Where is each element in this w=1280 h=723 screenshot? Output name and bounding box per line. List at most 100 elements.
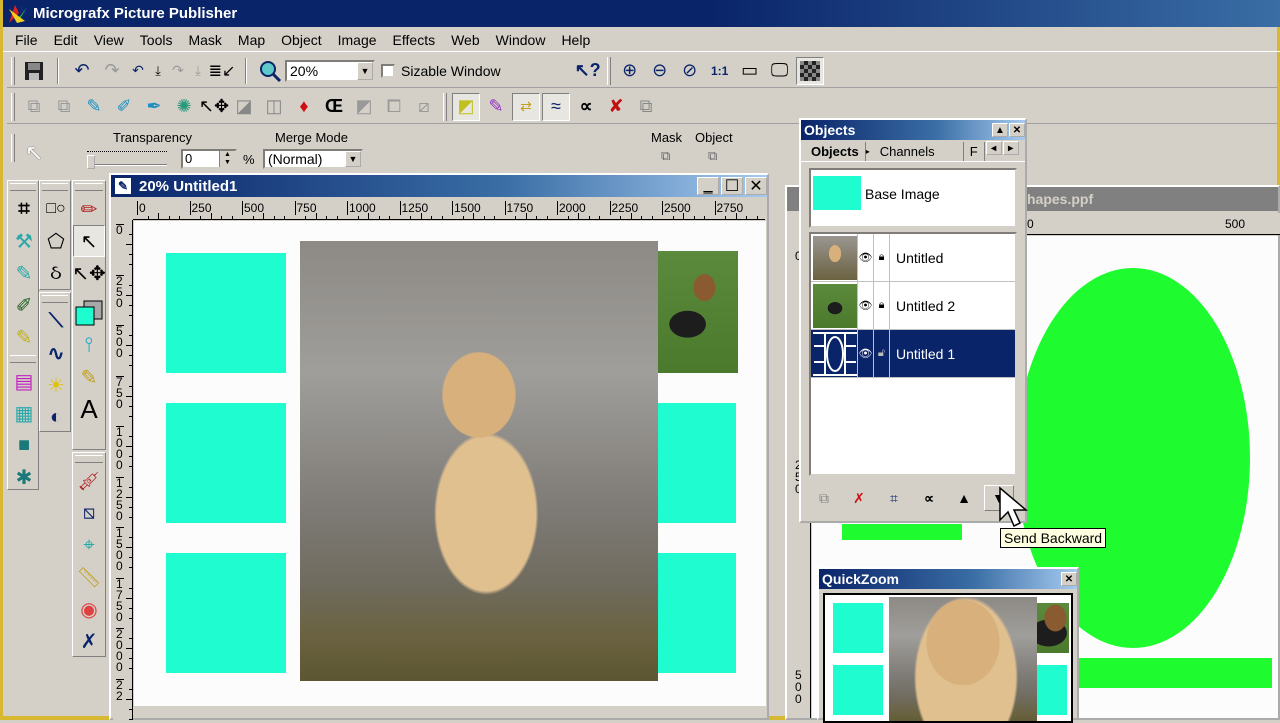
minimize-button[interactable]: ‗: [697, 177, 719, 195]
crop-object-button[interactable]: ⌗: [879, 485, 909, 511]
zoom-combo[interactable]: 20% ▼: [285, 59, 375, 82]
object-tool-16[interactable]: ✎: [482, 93, 510, 121]
texture-brush-tool[interactable]: ✎: [8, 321, 40, 353]
menu-effects[interactable]: Effects: [385, 32, 444, 48]
menu-mask[interactable]: Mask: [180, 32, 229, 48]
tab-channels[interactable]: Channels: [874, 142, 964, 161]
freehand-shape-tool[interactable]: ⬠: [40, 225, 72, 257]
select-all-objects-button[interactable]: ⧉: [809, 485, 839, 511]
document-title-bar[interactable]: ✎ 20% Untitled1 ‗ ☐ ✕: [111, 175, 767, 197]
paint-tool[interactable]: ✏: [73, 193, 105, 225]
visibility-eye-icon[interactable]: 👁︎: [857, 233, 873, 282]
object-tool-11[interactable]: Œ: [320, 93, 348, 121]
fill-tool[interactable]: ⚒: [8, 225, 40, 257]
darken-tool[interactable]: ◐: [40, 401, 72, 433]
color-wheel-tool[interactable]: ◉: [73, 593, 105, 625]
measure-tool[interactable]: 📏︎: [73, 561, 105, 593]
bring-forward-button[interactable]: ▲: [949, 485, 979, 511]
eyedropper-area-tool[interactable]: ⧅: [73, 497, 105, 529]
object-tool-20[interactable]: ✘: [602, 93, 630, 121]
cyan-rect-left-top[interactable]: [166, 253, 286, 373]
menu-object[interactable]: Object: [273, 32, 329, 48]
object-tool-5[interactable]: ✒: [140, 93, 168, 121]
stamp-tool[interactable]: ⫯: [73, 329, 105, 361]
object-tool-9[interactable]: ◫: [260, 93, 288, 121]
object-tool-7[interactable]: ↖✥: [199, 93, 229, 121]
move-tool[interactable]: ↖✥: [72, 257, 106, 289]
cyan-rect-right-bottom[interactable]: [654, 553, 736, 673]
toolbar-grip[interactable]: [11, 56, 15, 85]
cyan-rect-right-middle[interactable]: [654, 403, 736, 523]
wave-tool[interactable]: ∿: [40, 337, 72, 369]
undo-step-button[interactable]: ↶: [128, 57, 148, 85]
lock-icon[interactable]: 🔒︎: [873, 281, 889, 330]
zoom-previous-button[interactable]: ⊘: [676, 57, 704, 85]
brush-fill-tool[interactable]: ✎: [8, 257, 40, 289]
eyedropper-tool[interactable]: 💉︎: [73, 465, 105, 497]
sizable-window-checkbox[interactable]: [381, 63, 395, 78]
object-tool-13[interactable]: ⧠: [380, 93, 408, 121]
magic-fill-tool[interactable]: ✱: [8, 461, 40, 493]
redo-button[interactable]: ↷: [98, 57, 126, 85]
color-swatches[interactable]: [73, 297, 105, 329]
whats-this-button[interactable]: ↖?: [574, 57, 602, 85]
delete-object-button[interactable]: ✗: [844, 485, 874, 511]
menu-image[interactable]: Image: [330, 32, 385, 48]
text-tool[interactable]: A: [73, 393, 105, 425]
lock-icon[interactable]: 🔒︎: [873, 233, 889, 282]
zoom-tool-button[interactable]: [256, 57, 284, 85]
transparency-slider[interactable]: [87, 164, 167, 166]
transparency-input[interactable]: 0 ▲ ▼: [181, 149, 237, 169]
object-tool-8[interactable]: ◪: [230, 93, 258, 121]
zoom-1to1-button[interactable]: 1:1: [706, 57, 734, 85]
crop-tool[interactable]: ⌗: [8, 193, 40, 225]
collapse-button[interactable]: ▲: [992, 123, 1008, 137]
command-list-button[interactable]: ≣↙: [208, 57, 236, 85]
object-tool-3[interactable]: ✎: [80, 93, 108, 121]
object-tool-12[interactable]: ◩: [350, 93, 378, 121]
combine-objects-button[interactable]: ∝: [914, 485, 944, 511]
merge-mode-select[interactable]: (Normal) ▼: [263, 149, 363, 169]
lighten-tool[interactable]: ☀: [40, 369, 72, 401]
object-mode-icon[interactable]: ⧉: [708, 148, 717, 164]
close-button[interactable]: ✕: [1061, 572, 1077, 586]
tab-scroll-left[interactable]: ◂: [985, 141, 1002, 155]
visibility-eye-icon[interactable]: 👁︎: [857, 281, 873, 330]
save-button[interactable]: [20, 57, 48, 85]
object-row-selected[interactable]: 👁︎ 🔓︎ Untitled 1: [811, 329, 1015, 378]
tab-scroll-right[interactable]: ▸: [1002, 141, 1019, 155]
screen-button[interactable]: 🖵: [766, 57, 794, 85]
object-tool-2[interactable]: ⧉: [50, 93, 78, 121]
object-tool-4[interactable]: ✐: [110, 93, 138, 121]
pick-tool[interactable]: ↖: [73, 225, 105, 257]
object-tool-18[interactable]: ≈: [542, 92, 570, 121]
green-rect-shape[interactable]: [842, 524, 962, 540]
object-row[interactable]: 👁︎ 🔒︎ Untitled: [811, 233, 1015, 282]
undo-down-button[interactable]: ⤓: [150, 57, 166, 85]
marker-tool[interactable]: ✐: [8, 289, 40, 321]
pointer-tool-icon[interactable]: ↖: [25, 140, 43, 166]
maximize-button[interactable]: ☐: [721, 177, 743, 195]
tab-f[interactable]: F: [964, 142, 985, 161]
mask-mode-icon[interactable]: ⧉: [661, 148, 670, 164]
object-tool-6[interactable]: ✺: [170, 93, 198, 121]
document-canvas[interactable]: [134, 221, 766, 706]
zoom-out-button[interactable]: ⊖: [646, 57, 674, 85]
redo-down-button[interactable]: ⤓: [190, 57, 206, 85]
tab-objects[interactable]: Objects: [805, 142, 866, 161]
quickzoom-title-bar[interactable]: QuickZoom ✕: [819, 569, 1077, 589]
transparency-slider-thumb[interactable]: [87, 155, 95, 169]
labrador-photo-object[interactable]: [300, 241, 658, 681]
eyedropper-point-tool[interactable]: ⌖: [73, 529, 105, 561]
close-button[interactable]: ✕: [1009, 123, 1025, 137]
menu-view[interactable]: View: [86, 32, 132, 48]
cyan-rect-left-middle[interactable]: [166, 403, 286, 523]
object-tool-19[interactable]: ∝: [572, 93, 600, 121]
menu-tools[interactable]: Tools: [132, 32, 181, 48]
chevron-down-icon[interactable]: ▼: [357, 61, 373, 80]
quickzoom-preview[interactable]: [823, 593, 1073, 723]
redo-step-button[interactable]: ↷: [168, 57, 188, 85]
menu-edit[interactable]: Edit: [46, 32, 86, 48]
cyan-rect-left-bottom[interactable]: [166, 553, 286, 673]
object-tool-1[interactable]: ⧉: [20, 93, 48, 121]
